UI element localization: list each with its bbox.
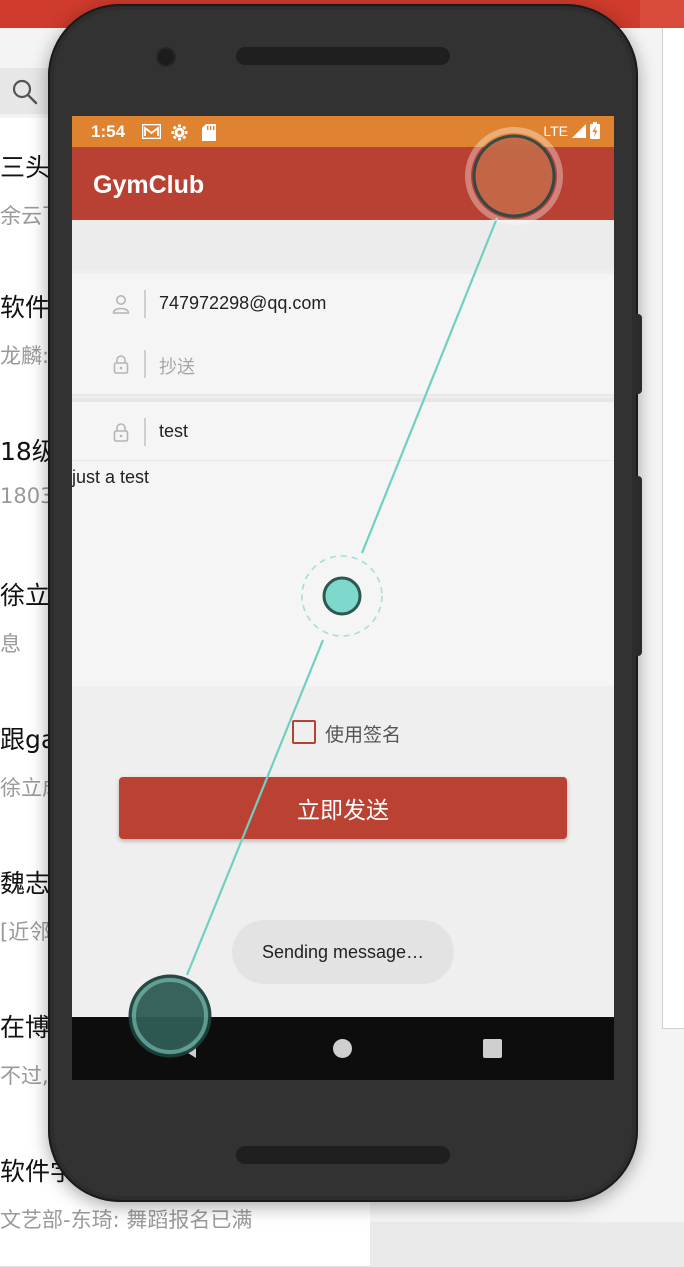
list-item-title: 魏志 — [0, 869, 51, 898]
network-type: LTE — [543, 122, 568, 139]
person-icon — [112, 295, 130, 314]
volume-rocker[interactable] — [636, 476, 642, 656]
send-button[interactable]: 立即发送 — [119, 777, 567, 839]
navigation-bar — [72, 1017, 614, 1080]
to-field-value: 747972298@qq.com — [159, 293, 327, 313]
cc-field[interactable]: 抄送 — [72, 334, 614, 396]
lock-icon — [113, 355, 129, 374]
list-item-subtitle: [近邻 — [0, 920, 51, 944]
subject-field-value: test — [159, 421, 189, 441]
settings-notification-icon — [171, 124, 188, 141]
field-divider — [144, 418, 146, 446]
signature-checkbox[interactable] — [292, 720, 316, 744]
list-item-title: 在博 — [0, 1013, 51, 1042]
bottom-speaker — [236, 1146, 450, 1164]
list-item-subtitle: 龙麟: — [0, 344, 50, 368]
background-window-edge — [640, 0, 684, 28]
sd-card-icon — [202, 124, 216, 141]
toast-message: Sending message… — [232, 920, 454, 984]
background-side-panel — [662, 28, 684, 1029]
signal-icon — [572, 123, 586, 138]
list-item-title: 三头 — [0, 153, 51, 182]
spacer-strip — [72, 220, 614, 270]
message-body-text: just a test — [72, 467, 150, 487]
cc-field-placeholder: 抄送 — [159, 357, 195, 377]
list-item-subtitle: 文艺部-东琦: 舞蹈报名已满 — [0, 1208, 253, 1232]
status-right-group: LTE — [543, 122, 600, 139]
subject-field[interactable]: test — [72, 398, 614, 462]
app-title: GymClub — [93, 171, 205, 199]
back-icon[interactable] — [180, 1038, 196, 1058]
recents-icon[interactable] — [483, 1039, 502, 1058]
front-camera — [158, 49, 174, 65]
list-item-subtitle: 不过, — [0, 1064, 49, 1088]
home-icon[interactable] — [333, 1039, 352, 1058]
list-item-title: 软件 — [0, 293, 51, 322]
top-speaker — [236, 47, 450, 65]
status-bar: 1:54 LTE — [72, 116, 614, 147]
app-bar: GymClub — [72, 147, 614, 220]
message-body-input[interactable]: just a test — [72, 461, 614, 686]
phone-screen: 1:54 LTE GymClub 747972298@qq.com 抄送 tes… — [72, 116, 614, 1080]
status-time: 1:54 — [91, 122, 126, 141]
mail-notification-icon — [142, 124, 161, 139]
lock-icon — [113, 423, 129, 442]
field-divider — [144, 350, 146, 378]
power-button[interactable] — [636, 314, 642, 394]
list-item-subtitle: 息 — [0, 632, 21, 656]
list-item-title: 徐立 — [0, 581, 51, 610]
field-divider — [144, 290, 146, 318]
battery-charging-icon — [590, 122, 600, 139]
search-icon — [12, 79, 38, 105]
to-field[interactable]: 747972298@qq.com — [72, 274, 614, 336]
signature-label: 使用签名 — [325, 724, 402, 746]
